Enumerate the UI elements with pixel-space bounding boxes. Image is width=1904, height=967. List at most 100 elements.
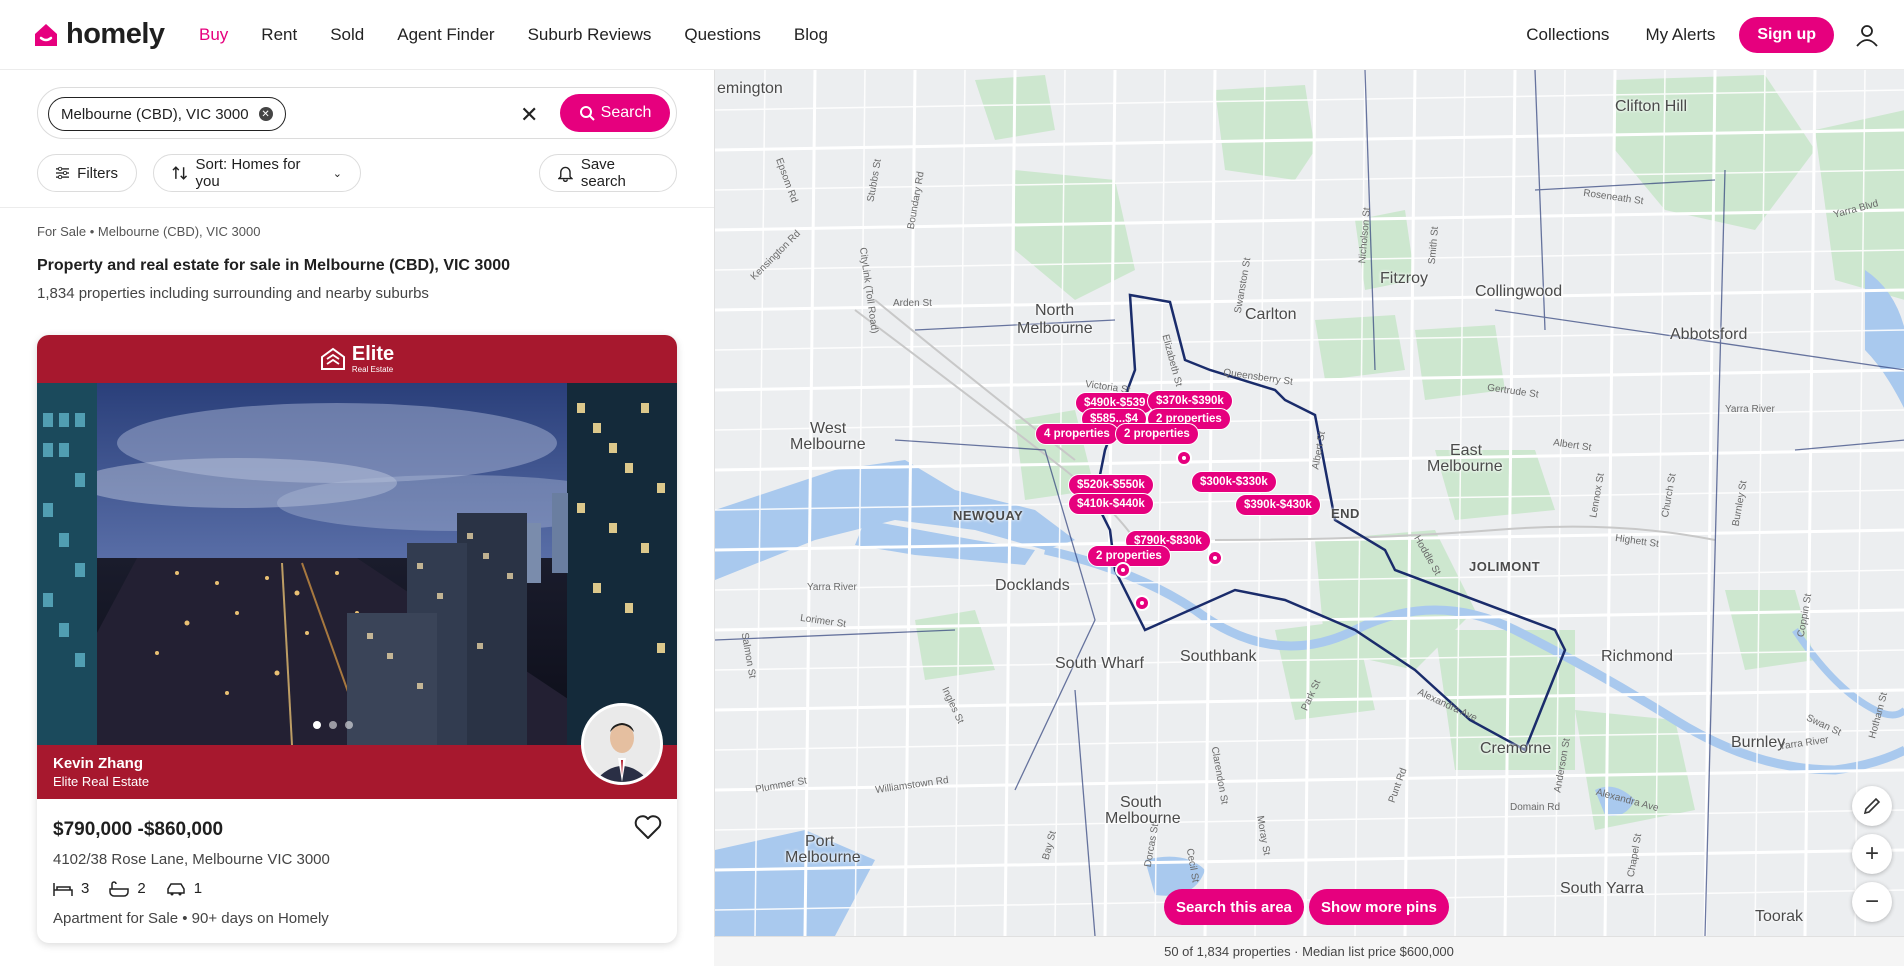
sort-icon bbox=[172, 166, 188, 180]
filters-icon bbox=[56, 166, 70, 180]
map-label: Fitzroy bbox=[1380, 270, 1428, 287]
price-pin[interactable]: 2 properties bbox=[1115, 423, 1199, 445]
bell-icon bbox=[558, 166, 573, 182]
map-label: Carlton bbox=[1245, 306, 1297, 323]
nav-blog[interactable]: Blog bbox=[794, 25, 828, 45]
map-label: Toorak bbox=[1755, 908, 1804, 925]
map-label: Melbourne bbox=[1105, 810, 1181, 827]
user-account-icon[interactable] bbox=[1854, 22, 1880, 48]
sort-label: Sort: Homes for you bbox=[195, 156, 301, 190]
draw-area-icon[interactable] bbox=[1852, 786, 1892, 826]
map-label: JOLIMONT bbox=[1469, 559, 1541, 574]
show-more-pins-button[interactable]: Show more pins bbox=[1309, 889, 1449, 925]
street-label: Yarra River bbox=[1725, 404, 1775, 415]
my-alerts-link[interactable]: My Alerts bbox=[1645, 25, 1715, 45]
agency-banner: Elite Real Estate bbox=[37, 335, 677, 383]
listing-type: Apartment for Sale • 90+ days on Homely bbox=[53, 910, 329, 927]
agent-avatar bbox=[581, 703, 663, 785]
price-pin[interactable]: $410k-$440k bbox=[1068, 493, 1154, 515]
map-label: emington bbox=[717, 80, 783, 97]
search-button-label: Search bbox=[600, 104, 652, 121]
map-label: Melbourne bbox=[785, 849, 861, 866]
agent-agency: Elite Real Estate bbox=[53, 774, 150, 789]
bath-icon bbox=[109, 880, 130, 897]
sort-dropdown[interactable]: Sort: Homes for you ⌄ bbox=[153, 154, 361, 192]
location-chip[interactable]: Melbourne (CBD), VIC 3000 ✕ bbox=[48, 97, 286, 131]
map-pin-dot[interactable] bbox=[1207, 550, 1223, 566]
map-label: Abbotsford bbox=[1670, 326, 1748, 343]
zoom-in-icon[interactable]: + bbox=[1852, 834, 1892, 874]
map-label: Richmond bbox=[1601, 648, 1674, 665]
elite-logo-icon bbox=[320, 347, 345, 370]
results-count: 1,834 properties including surrounding a… bbox=[37, 285, 429, 302]
logo-text: homely bbox=[66, 18, 165, 50]
favourite-heart-icon[interactable] bbox=[633, 813, 663, 841]
price-pin[interactable]: $390k-$430k bbox=[1235, 494, 1321, 516]
search-box[interactable]: Melbourne (CBD), VIC 3000 ✕ ✕ Search bbox=[37, 87, 677, 139]
agency-logo-sub: Real Estate bbox=[351, 364, 394, 374]
map-pin-dot[interactable] bbox=[1115, 562, 1131, 578]
photo-carousel-dots[interactable] bbox=[313, 721, 353, 729]
cars-count: 1 bbox=[193, 880, 203, 897]
account-nav: Collections My Alerts Sign up bbox=[1490, 0, 1880, 70]
filters-label: Filters bbox=[77, 164, 118, 182]
nav-agent-finder[interactable]: Agent Finder bbox=[397, 25, 494, 45]
map-label: Southbank bbox=[1180, 648, 1257, 665]
carousel-dot[interactable] bbox=[345, 721, 353, 729]
homely-logo[interactable]: homely bbox=[32, 18, 165, 51]
street-label: Yarra River bbox=[807, 582, 857, 593]
nav-rent[interactable]: Rent bbox=[261, 25, 297, 45]
map-label: North bbox=[1035, 302, 1075, 319]
carousel-dot[interactable] bbox=[329, 721, 337, 729]
save-search-button[interactable]: Save search bbox=[539, 154, 677, 192]
price-pin[interactable]: $300k-$330k bbox=[1191, 471, 1277, 493]
remove-chip-icon[interactable]: ✕ bbox=[258, 107, 273, 121]
filters-row: Filters Sort: Homes for you ⌄ Save searc… bbox=[37, 154, 677, 192]
location-chip-label: Melbourne (CBD), VIC 3000 bbox=[61, 105, 249, 123]
bed-icon bbox=[53, 882, 73, 896]
listing-card[interactable]: Elite Real Estate Kevin Zhang Elite Real… bbox=[37, 335, 677, 943]
carousel-dot[interactable] bbox=[313, 721, 321, 729]
search-this-area-button[interactable]: Search this area bbox=[1164, 889, 1304, 925]
search-button[interactable]: Search bbox=[560, 94, 670, 132]
nav-sold[interactable]: Sold bbox=[330, 25, 364, 45]
filters-button[interactable]: Filters bbox=[37, 154, 137, 192]
collections-link[interactable]: Collections bbox=[1526, 25, 1609, 45]
map-pin-dot[interactable] bbox=[1176, 450, 1192, 466]
price-pin[interactable]: 4 properties bbox=[1035, 423, 1119, 445]
results-panel: Melbourne (CBD), VIC 3000 ✕ ✕ Search Fil… bbox=[0, 70, 714, 966]
map-label: South Wharf bbox=[1055, 655, 1144, 672]
save-search-label: Save search bbox=[580, 156, 626, 190]
listing-photo[interactable] bbox=[37, 383, 677, 745]
nav-questions[interactable]: Questions bbox=[684, 25, 761, 45]
map-label: Melbourne bbox=[1017, 320, 1093, 337]
map-pin-dot[interactable] bbox=[1134, 595, 1150, 611]
car-icon bbox=[166, 882, 185, 895]
street-label: Arden St bbox=[893, 298, 932, 309]
map-label: END bbox=[1331, 506, 1360, 521]
map-summary-footer: 50 of 1,834 properties · Median list pri… bbox=[714, 936, 1904, 966]
map-label: Melbourne bbox=[1427, 458, 1503, 475]
map-label: South Yarra bbox=[1560, 880, 1644, 897]
map-label: Collingwood bbox=[1475, 283, 1563, 300]
zoom-out-icon[interactable]: − bbox=[1852, 882, 1892, 922]
map-view[interactable]: emington Clifton Hill Fitzroy Collingwoo… bbox=[714, 70, 1904, 936]
nav-suburb-reviews[interactable]: Suburb Reviews bbox=[528, 25, 652, 45]
agency-logo-title: Elite bbox=[351, 342, 395, 365]
city-night-photo bbox=[37, 383, 677, 745]
street-label: Domain Rd bbox=[1510, 802, 1561, 813]
clear-search-icon[interactable]: ✕ bbox=[520, 102, 538, 128]
map-label: Cremorne bbox=[1480, 740, 1552, 757]
listing-features: 3 2 1 bbox=[53, 880, 214, 897]
agent-portrait bbox=[584, 706, 660, 782]
house-logo-icon bbox=[35, 23, 57, 46]
agent-name: Kevin Zhang bbox=[53, 755, 144, 772]
listing-address: 4102/38 Rose Lane, Melbourne VIC 3000 bbox=[53, 851, 330, 868]
baths-count: 2 bbox=[137, 880, 146, 897]
agent-banner: Kevin Zhang Elite Real Estate bbox=[37, 703, 677, 799]
breadcrumb: For Sale • Melbourne (CBD), VIC 3000 bbox=[37, 224, 261, 239]
sign-up-button[interactable]: Sign up bbox=[1739, 17, 1834, 53]
listing-price: $790,000 -$860,000 bbox=[53, 819, 224, 840]
nav-buy[interactable]: Buy bbox=[199, 25, 228, 45]
main-nav: Buy Rent Sold Agent Finder Suburb Review… bbox=[199, 0, 861, 70]
